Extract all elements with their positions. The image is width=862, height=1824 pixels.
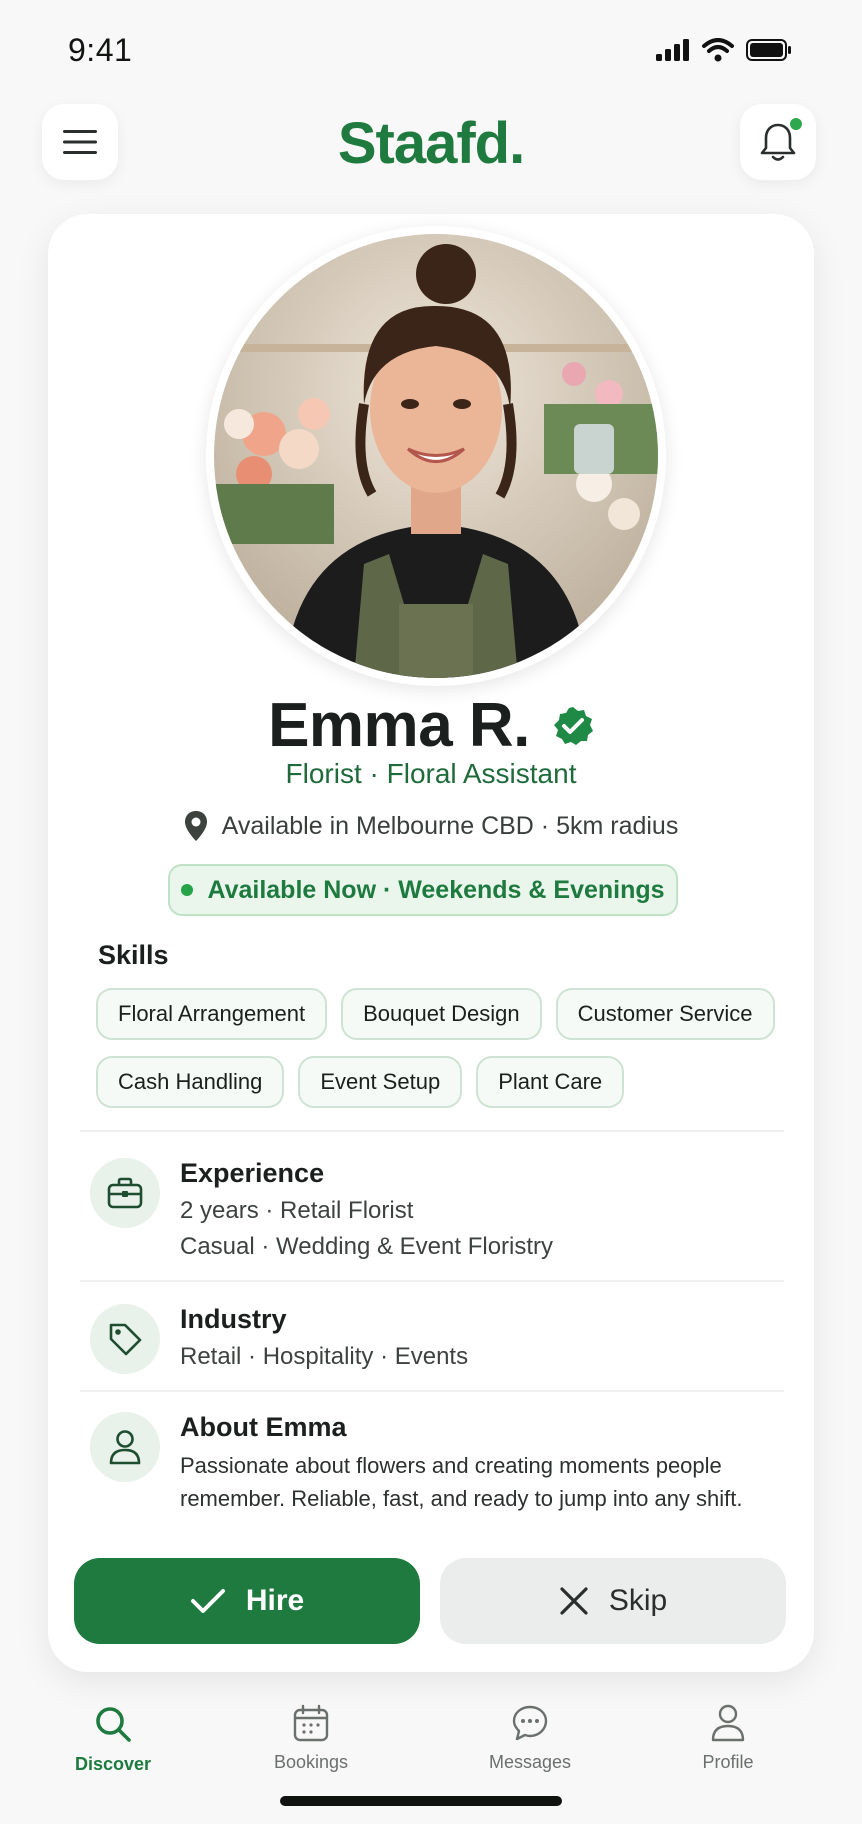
briefcase-icon xyxy=(107,1177,143,1209)
about-text: Passionate about flowers and creating mo… xyxy=(180,1453,743,1511)
industry-section: Industry Retail · Hospitality · Events xyxy=(90,1304,780,1384)
about-icon-wrap xyxy=(90,1412,160,1482)
name-row: Emma R. xyxy=(48,690,814,761)
skill-chip[interactable]: Customer Service xyxy=(555,988,775,1040)
unread-dot xyxy=(790,118,802,130)
skip-button[interactable]: Skip xyxy=(440,1558,786,1644)
skill-chip[interactable]: Cash Handling xyxy=(96,1056,285,1108)
skill-chip[interactable]: Event Setup xyxy=(298,1056,463,1108)
home-indicator xyxy=(280,1796,562,1806)
close-icon xyxy=(560,1587,588,1615)
status-icons xyxy=(656,38,792,62)
nav-messages-label: Messages xyxy=(488,1752,572,1772)
availability-badge: Available Now · Weekends & Evenings xyxy=(168,864,678,916)
nav-discover[interactable]: Discover xyxy=(33,1704,193,1775)
experience-title: Experience xyxy=(180,1158,325,1188)
signal-icon xyxy=(656,39,689,61)
skills-heading: Skills xyxy=(98,940,169,970)
skill-chip[interactable]: Bouquet Design xyxy=(341,988,542,1040)
experience-section: Experience 2 years · Retail Florist Casu… xyxy=(90,1158,780,1278)
experience-icon-wrap xyxy=(90,1158,160,1228)
divider xyxy=(80,1130,784,1132)
nav-messages[interactable]: Messages xyxy=(450,1704,610,1773)
verified-badge-icon xyxy=(553,706,593,745)
skills-list: Floral Arrangement Bouquet Design Custom… xyxy=(96,988,786,1108)
app-header: Staafd. xyxy=(0,102,862,186)
nav-discover-label: Discover xyxy=(74,1754,152,1774)
calendar-icon xyxy=(293,1704,329,1742)
nav-bookings[interactable]: Bookings xyxy=(231,1704,391,1773)
nav-bookings-label: Bookings xyxy=(273,1752,349,1772)
profile-name: Emma R. xyxy=(268,691,530,760)
availability-dot xyxy=(181,884,194,896)
location-text: Available in Melbourne CBD · 5km radius xyxy=(221,811,679,840)
experience-line-1: 2 years · Retail Florist xyxy=(180,1197,414,1224)
about-section: About Emma Passionate about flowers and … xyxy=(90,1412,780,1542)
profile-role: Florist · Floral Assistant xyxy=(285,758,577,789)
avatar xyxy=(206,226,666,686)
search-icon xyxy=(96,1707,131,1742)
profile-card[interactable]: Emma R. Florist · Floral Assistant Avail… xyxy=(48,214,814,1672)
skill-chip[interactable]: Plant Care xyxy=(476,1056,625,1108)
nav-profile-label: Profile xyxy=(702,1752,754,1772)
skill-chip[interactable]: Floral Arrangement xyxy=(96,988,328,1040)
experience-line-2: Casual · Wedding & Event Floristry xyxy=(180,1233,554,1260)
industry-line: Retail · Hospitality · Events xyxy=(180,1343,469,1370)
location-row: Available in Melbourne CBD · 5km radius xyxy=(48,810,814,842)
industry-icon-wrap xyxy=(90,1304,160,1374)
bottom-nav: Discover Bookings Messages Profile xyxy=(0,1690,862,1790)
profile-photo xyxy=(214,234,658,678)
about-title: About Emma xyxy=(180,1412,347,1442)
nav-profile[interactable]: Profile xyxy=(648,1704,808,1773)
checkmark-icon xyxy=(190,1589,225,1613)
person-icon xyxy=(711,1704,745,1742)
location-pin-icon xyxy=(184,811,207,841)
notifications-button[interactable] xyxy=(740,104,816,180)
battery-icon xyxy=(746,39,791,61)
hire-label: Hire xyxy=(245,1584,305,1617)
status-time: 9:41 xyxy=(68,31,133,68)
person-icon xyxy=(109,1430,141,1465)
skip-label: Skip xyxy=(608,1584,668,1617)
brand-logo: Staafd. xyxy=(337,111,525,176)
wifi-icon xyxy=(702,38,734,62)
divider xyxy=(80,1390,784,1392)
industry-title: Industry xyxy=(180,1304,287,1334)
divider xyxy=(80,1280,784,1282)
chat-icon xyxy=(512,1705,548,1741)
availability-text: Available Now · Weekends & Evenings xyxy=(207,875,665,904)
tag-icon xyxy=(109,1323,142,1356)
status-bar: 9:41 xyxy=(0,0,862,100)
hire-button[interactable]: Hire xyxy=(74,1558,420,1644)
